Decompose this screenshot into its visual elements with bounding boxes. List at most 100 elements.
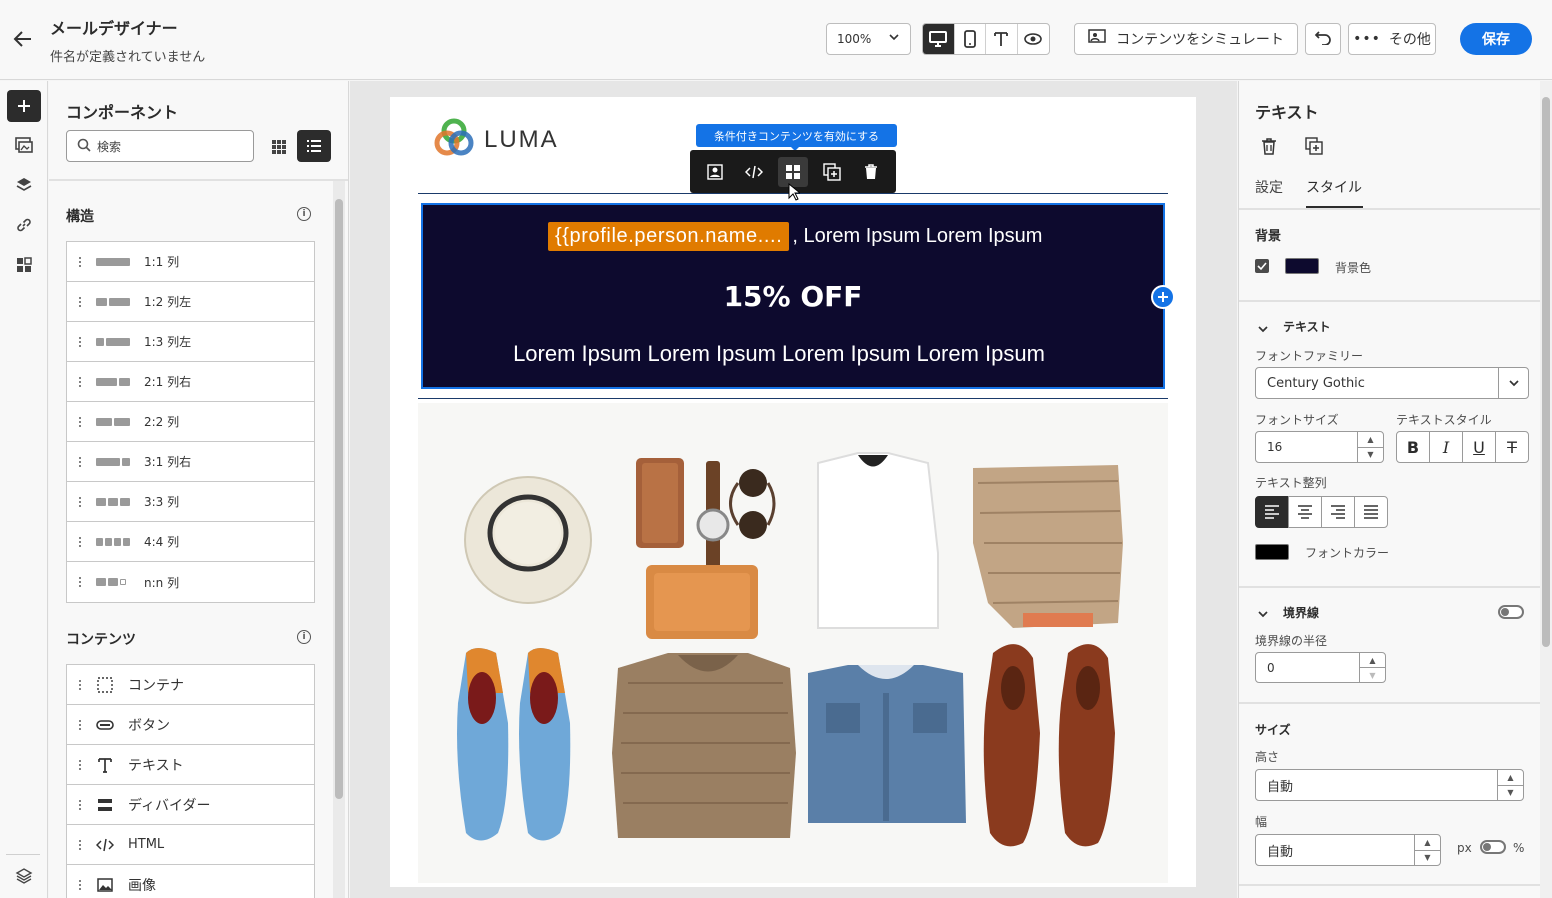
font-color-swatch[interactable] <box>1255 544 1289 560</box>
conditional-content-icon[interactable] <box>777 156 808 187</box>
drag-handle-icon[interactable] <box>78 678 82 691</box>
align-left-icon <box>1265 505 1279 519</box>
font-family-select[interactable]: Century Gothic <box>1255 367 1529 399</box>
drag-handle-icon[interactable] <box>78 255 82 268</box>
add-components-icon[interactable] <box>7 90 41 122</box>
structure-item-3-1[interactable]: 3:1 列右 <box>67 442 314 482</box>
chevron-down-icon[interactable] <box>1257 320 1269 339</box>
content-item-divider[interactable]: ディバイダー <box>67 785 314 825</box>
content-item-image[interactable]: 画像 <box>67 865 314 898</box>
personalization-icon[interactable] <box>700 157 730 187</box>
zoom-select[interactable]: 100% <box>826 23 911 55</box>
align-left-button[interactable] <box>1255 496 1289 528</box>
align-right-button[interactable] <box>1321 496 1355 528</box>
italic-button[interactable]: I <box>1429 431 1463 463</box>
drag-handle-icon[interactable] <box>78 576 82 588</box>
align-justify-button[interactable] <box>1354 496 1388 528</box>
add-block-button[interactable] <box>1151 285 1175 309</box>
section-divider <box>1239 586 1540 588</box>
content-item-button[interactable]: ボタン <box>67 705 314 745</box>
layers-stack-icon[interactable] <box>7 860 41 892</box>
width-input[interactable]: 自動 ▲ ▼ <box>1255 834 1441 866</box>
text-view-icon[interactable] <box>986 24 1018 54</box>
drag-handle-icon[interactable] <box>78 838 82 851</box>
section-divider-bottom <box>418 398 1168 399</box>
height-input[interactable]: 自動 ▲ ▼ <box>1255 769 1524 801</box>
undo-button[interactable] <box>1305 23 1341 55</box>
trash-icon[interactable] <box>1261 137 1277 159</box>
content-item-text[interactable]: テキスト <box>67 745 314 785</box>
bold-button[interactable]: B <box>1396 431 1430 463</box>
email-canvas: LUMA 条件付きコンテンツを有効にする {{profile.person.na… <box>350 81 1237 898</box>
width-stepper[interactable]: ▲ ▼ <box>1414 835 1440 865</box>
scrollbar-thumb[interactable] <box>335 199 343 799</box>
border-radius-input[interactable]: 0 ▲ ▼ <box>1255 652 1386 683</box>
product-flatlay-image[interactable] <box>418 403 1168 883</box>
search-field[interactable]: 検索 <box>66 130 254 162</box>
background-color-swatch[interactable] <box>1285 258 1319 274</box>
height-stepper[interactable]: ▲ ▼ <box>1497 770 1523 800</box>
selected-text-block[interactable]: {{profile.person.name.... , Lorem Ipsum … <box>421 203 1165 389</box>
structure-item-2-2[interactable]: 2:2 列 <box>67 402 314 442</box>
duplicate-icon[interactable] <box>1305 137 1323 159</box>
drag-handle-icon[interactable] <box>78 415 82 428</box>
components-scrollbar[interactable] <box>333 181 345 898</box>
content-item-html[interactable]: HTML <box>67 825 314 865</box>
preview-eye-icon[interactable] <box>1018 24 1049 54</box>
link-icon[interactable] <box>7 209 41 241</box>
drag-handle-icon[interactable] <box>78 495 82 508</box>
duplicate-icon[interactable] <box>817 157 847 187</box>
font-size-stepper[interactable]: ▲ ▼ <box>1357 432 1383 462</box>
drag-handle-icon[interactable] <box>78 375 82 388</box>
tab-settings[interactable]: 設定 <box>1255 177 1283 197</box>
fragments-icon[interactable] <box>7 249 41 281</box>
scrollbar-thumb[interactable] <box>1542 97 1550 647</box>
drag-handle-icon[interactable] <box>78 535 82 548</box>
content-info-icon[interactable]: i <box>297 630 311 644</box>
personalization-token[interactable]: {{profile.person.name.... <box>548 221 790 251</box>
list-view-icon[interactable] <box>297 130 331 162</box>
drag-handle-icon[interactable] <box>78 335 82 348</box>
border-section-title[interactable]: 境界線 <box>1283 604 1319 621</box>
font-color-label: フォントカラー <box>1305 546 1390 560</box>
strikethrough-button[interactable]: T <box>1495 431 1529 463</box>
tab-style[interactable]: スタイル <box>1306 177 1362 197</box>
font-size-input[interactable]: 16 ▲ ▼ <box>1255 431 1384 463</box>
structure-item-2-1[interactable]: 2:1 列右 <box>67 362 314 402</box>
background-checkbox[interactable] <box>1255 259 1269 273</box>
assets-icon[interactable] <box>7 129 41 161</box>
properties-scrollbar[interactable] <box>1540 81 1552 898</box>
text-section-title[interactable]: テキスト <box>1283 318 1331 335</box>
drag-handle-icon[interactable] <box>78 455 82 468</box>
drag-handle-icon[interactable] <box>78 879 82 891</box>
grid-view-icon[interactable] <box>268 136 290 158</box>
simulate-content-button[interactable]: コンテンツをシミュレート <box>1074 23 1298 55</box>
delete-icon[interactable] <box>856 157 886 187</box>
code-icon[interactable] <box>739 157 769 187</box>
underline-button[interactable]: U <box>1462 431 1496 463</box>
drag-handle-icon[interactable] <box>78 798 82 811</box>
structure-item-3-3[interactable]: 3:3 列 <box>67 482 314 522</box>
back-arrow-icon[interactable] <box>12 28 34 50</box>
layers-icon[interactable] <box>7 169 41 201</box>
desktop-view-icon[interactable] <box>923 24 955 54</box>
drag-handle-icon[interactable] <box>78 295 82 308</box>
save-button[interactable]: 保存 <box>1460 23 1532 55</box>
structure-item-1-3[interactable]: 1:3 列左 <box>67 322 314 362</box>
border-toggle[interactable] <box>1498 605 1524 619</box>
structure-item-1-2[interactable]: 1:2 列左 <box>67 282 314 322</box>
width-unit-toggle[interactable] <box>1480 840 1506 854</box>
structure-item-4-4[interactable]: 4:4 列 <box>67 522 314 562</box>
more-button[interactable]: ••• その他 <box>1348 23 1436 55</box>
drag-handle-icon[interactable] <box>78 758 82 771</box>
drag-handle-icon[interactable] <box>78 718 82 731</box>
structure-item-1-1[interactable]: 1:1 列 <box>67 242 314 282</box>
offer-headline: 15% OFF <box>723 280 863 313</box>
structure-item-n-n[interactable]: n:n 列 <box>67 562 314 602</box>
border-radius-stepper[interactable]: ▲ ▼ <box>1359 653 1385 682</box>
content-item-container[interactable]: コンテナ <box>67 665 314 705</box>
mobile-view-icon[interactable] <box>955 24 986 54</box>
chevron-down-icon[interactable] <box>1257 605 1269 624</box>
structure-info-icon[interactable]: i <box>297 207 311 221</box>
align-center-button[interactable] <box>1288 496 1322 528</box>
